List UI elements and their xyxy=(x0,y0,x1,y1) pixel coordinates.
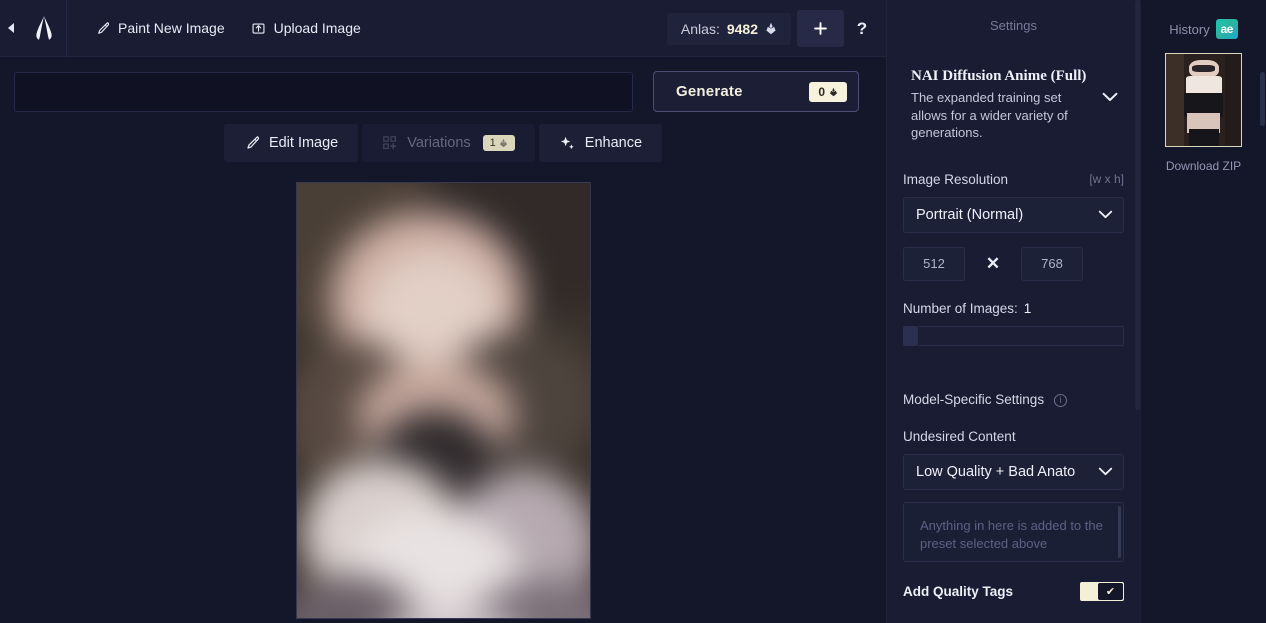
generated-image[interactable] xyxy=(295,182,591,619)
grid-plus-icon xyxy=(383,136,397,150)
history-scrollbar[interactable] xyxy=(1260,72,1265,126)
tab-variations-badge-value: 1 xyxy=(489,137,496,149)
history-panel: History ae Download ZIP xyxy=(1140,0,1266,623)
anlas-icon xyxy=(830,87,837,96)
undesired-content-preset-value: Low Quality + Bad Anato xyxy=(916,463,1076,480)
collapse-sidebar-button[interactable] xyxy=(0,0,22,57)
novelai-quill-logo[interactable] xyxy=(22,0,66,57)
generate-label: Generate xyxy=(676,83,743,100)
upload-image-label: Upload Image xyxy=(273,20,361,36)
paint-new-image-label: Paint New Image xyxy=(118,20,225,36)
resolution-label: Image Resolution xyxy=(903,171,1009,187)
number-of-images-slider[interactable] xyxy=(903,324,1124,348)
chevron-down-icon[interactable] xyxy=(1102,89,1118,107)
model-specific-settings-label: Model-Specific Settings i xyxy=(903,392,1067,407)
tab-variations-badge: 1 xyxy=(482,135,515,151)
plus-icon xyxy=(814,22,827,35)
history-header: History ae xyxy=(1141,0,1266,39)
paintbrush-icon xyxy=(247,136,259,149)
history-title: History xyxy=(1169,21,1210,37)
resolution-header: Image Resolution [w x h] xyxy=(903,172,1124,187)
main-column: Paint New Image Upload Image Anlas: 9482 xyxy=(0,0,886,623)
anlas-counter[interactable]: Anlas: 9482 xyxy=(666,12,791,45)
canvas-area xyxy=(0,162,886,623)
tool-tabs: Edit Image Variations 1 Enhance xyxy=(0,112,886,162)
settings-panel: Settings NAI Diffusion Anime (Full) The … xyxy=(886,0,1140,623)
generate-cost-badge: 0 xyxy=(809,81,847,102)
undesired-content-scrollbar[interactable] xyxy=(1118,505,1121,558)
width-input[interactable] xyxy=(903,246,965,281)
tab-enhance-label: Enhance xyxy=(584,135,643,151)
tab-edit-image-label: Edit Image xyxy=(268,135,339,151)
ime-indicator-badge[interactable]: ae xyxy=(1215,19,1238,39)
triangle-left-icon xyxy=(8,23,14,33)
prompt-input[interactable] xyxy=(14,71,633,112)
model-specific-settings-text: Model-Specific Settings xyxy=(903,391,1045,407)
model-specific-settings-header: Model-Specific Settings i xyxy=(903,392,1124,407)
quality-tags-row: Add Quality Tags ✔ xyxy=(903,581,1124,601)
check-icon: ✔ xyxy=(1098,582,1123,600)
settings-scroll-area[interactable]: NAI Diffusion Anime (Full) The expanded … xyxy=(887,59,1140,623)
anlas-label: Anlas: xyxy=(680,20,720,37)
chevron-down-icon xyxy=(1098,464,1113,480)
help-button[interactable]: ? xyxy=(846,10,878,47)
toolbar-right-group: Anlas: 9482 ? xyxy=(666,0,878,57)
tab-enhance[interactable]: Enhance xyxy=(538,124,663,162)
dimension-separator: ✕ xyxy=(985,253,1001,273)
download-zip-button[interactable]: Download ZIP xyxy=(1141,159,1266,173)
tab-variations[interactable]: Variations 1 xyxy=(362,124,535,162)
top-bar: Paint New Image Upload Image Anlas: 9482 xyxy=(0,0,886,57)
resolution-section: Image Resolution [w x h] Portrait (Norma… xyxy=(887,172,1140,601)
chevron-down-icon xyxy=(1098,207,1113,223)
model-name: NAI Diffusion Anime (Full) xyxy=(911,68,1087,84)
tab-edit-image[interactable]: Edit Image xyxy=(223,124,359,162)
model-text: NAI Diffusion Anime (Full) The expanded … xyxy=(911,67,1102,142)
undesired-content-label: Undesired Content xyxy=(903,428,1016,444)
undesired-content-textarea[interactable]: Anything in here is added to the preset … xyxy=(903,501,1124,562)
anlas-icon xyxy=(499,138,507,148)
generate-cost-value: 0 xyxy=(818,84,825,99)
dimension-row: ✕ xyxy=(903,246,1124,281)
generated-image-content xyxy=(296,183,590,618)
undesired-content-preset-select[interactable]: Low Quality + Bad Anato xyxy=(903,453,1124,490)
quality-tags-toggle[interactable]: ✔ xyxy=(1080,581,1124,601)
history-thumbnail[interactable] xyxy=(1165,53,1242,147)
settings-title: Settings xyxy=(990,18,1037,33)
height-input[interactable] xyxy=(1021,246,1083,281)
slider-handle[interactable] xyxy=(903,325,917,346)
sparkle-icon xyxy=(560,136,574,149)
paint-new-image-button[interactable]: Paint New Image xyxy=(85,13,235,43)
generate-button[interactable]: Generate 0 xyxy=(653,71,859,112)
model-description: The expanded training set allows for a w… xyxy=(911,90,1068,141)
tab-variations-label: Variations xyxy=(407,135,471,151)
resolution-preset-value: Portrait (Normal) xyxy=(916,206,1024,223)
upload-image-button[interactable]: Upload Image xyxy=(241,13,371,43)
paintbrush-icon xyxy=(98,21,110,34)
upload-icon xyxy=(252,22,265,34)
slider-track xyxy=(917,325,1124,346)
add-anlas-button[interactable] xyxy=(797,10,844,47)
prompt-row: Generate 0 xyxy=(0,57,886,112)
resolution-hint: [w x h] xyxy=(1089,172,1124,187)
anlas-value: 9482 xyxy=(726,20,758,37)
quality-tags-label: Add Quality Tags xyxy=(903,583,1014,599)
number-of-images-label: Number of Images: xyxy=(903,300,1018,316)
number-of-images-value: 1 xyxy=(1023,300,1032,316)
undesired-content-placeholder: Anything in here is added to the preset … xyxy=(920,517,1103,552)
number-of-images-row: Number of Images: 1 xyxy=(903,301,1124,316)
quill-logo-icon xyxy=(36,16,52,40)
model-selector[interactable]: NAI Diffusion Anime (Full) The expanded … xyxy=(901,59,1126,150)
anlas-icon xyxy=(766,22,776,35)
app-root: Paint New Image Upload Image Anlas: 9482 xyxy=(0,0,1266,623)
undesired-content-header: Undesired Content xyxy=(903,429,1124,444)
toolbar-actions: Paint New Image Upload Image xyxy=(67,13,371,43)
info-icon[interactable]: i xyxy=(1053,393,1067,407)
resolution-preset-select[interactable]: Portrait (Normal) xyxy=(903,196,1124,233)
